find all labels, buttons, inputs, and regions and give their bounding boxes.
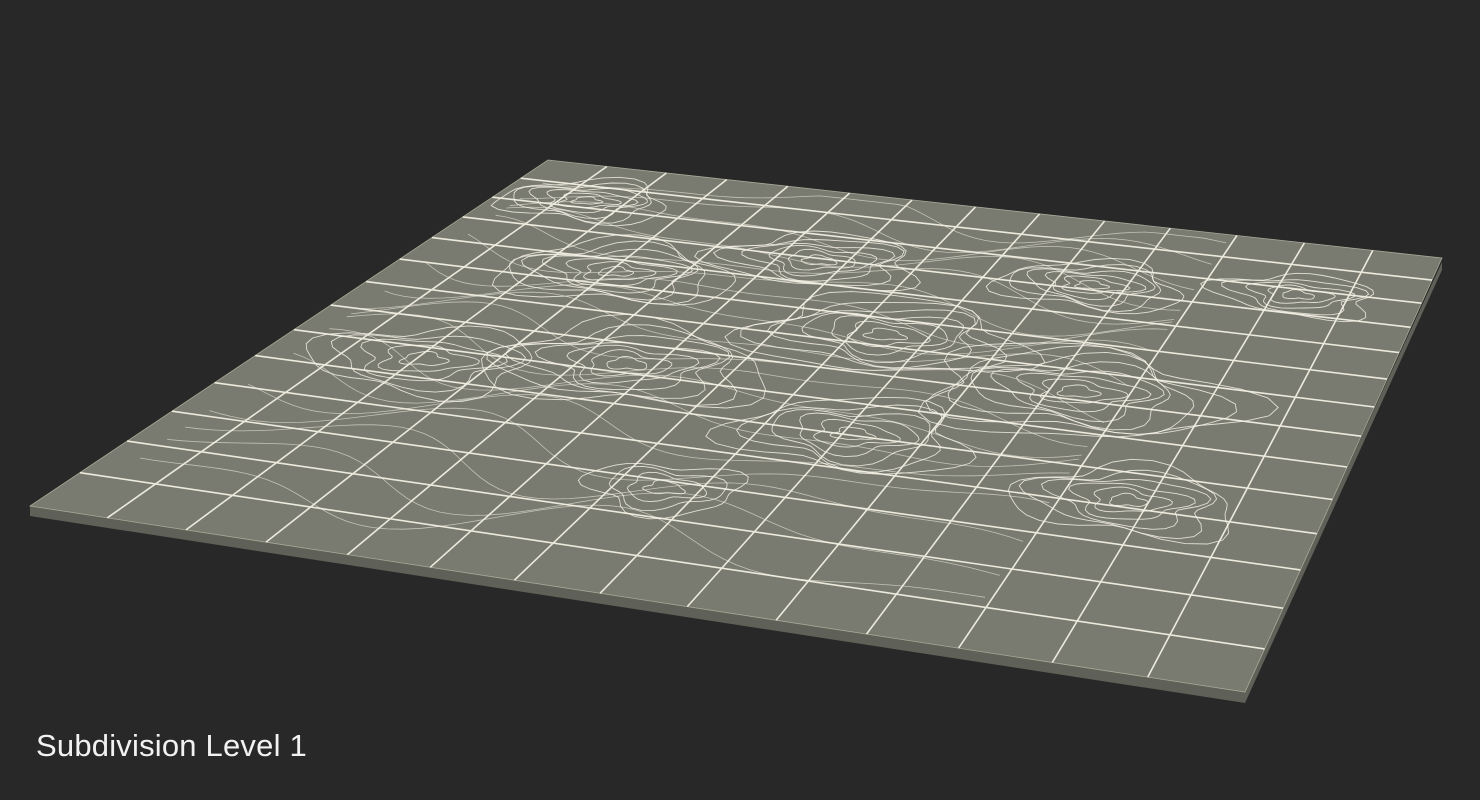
plane-surface [28,159,1443,693]
viewport: Subdivision Level 1 [0,0,1480,800]
subdivision-level-caption: Subdivision Level 1 [36,728,307,763]
terrain-render [28,159,1443,703]
